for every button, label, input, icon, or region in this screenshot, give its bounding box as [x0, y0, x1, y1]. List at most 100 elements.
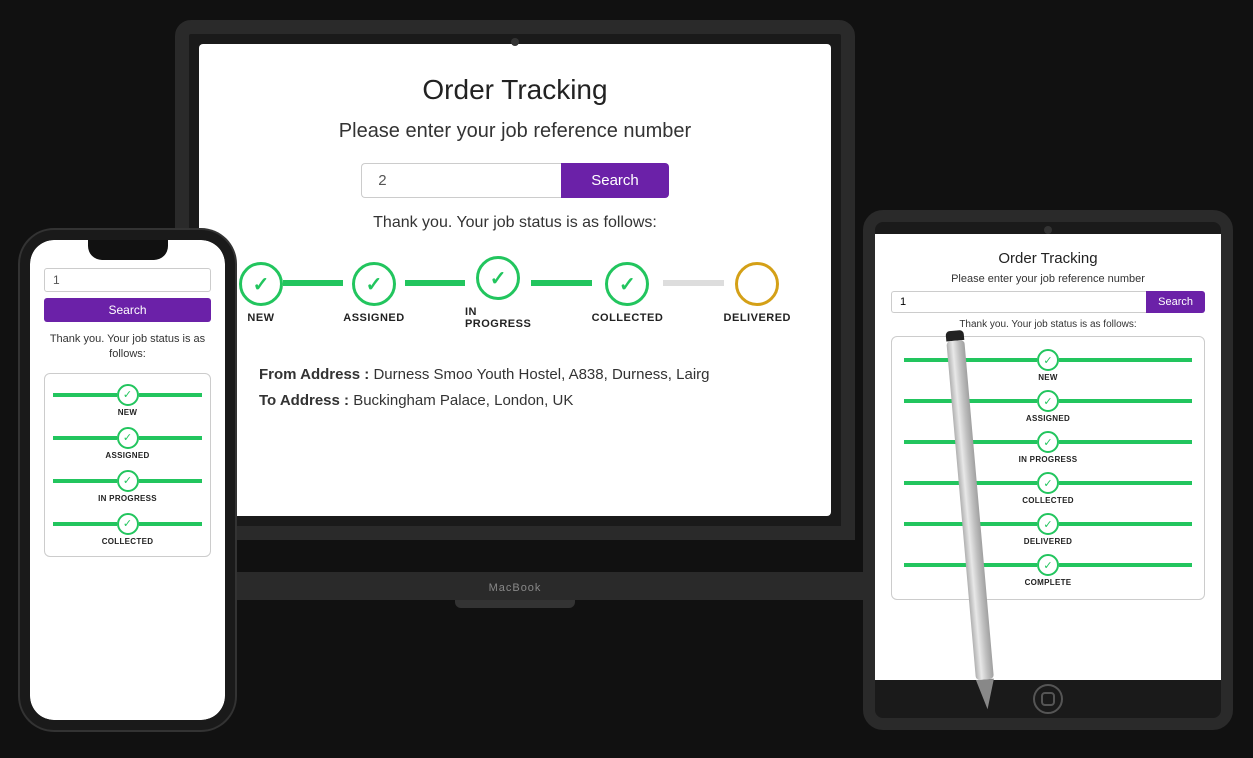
phone-step-assigned: ✓ ASSIGNED [53, 427, 202, 460]
step-circle-collected: ✓ [605, 262, 649, 306]
tablet-line-right-collected [1059, 481, 1192, 485]
phone-status-text: Thank you. Your job status is as follows… [44, 332, 211, 363]
tablet-step-inprogress: ✓ IN PROGRESS [904, 431, 1192, 464]
tablet-screen: Order Tracking Please enter your job ref… [875, 234, 1221, 680]
phone-track-inprogress: ✓ [53, 470, 202, 492]
tablet-step-collected: ✓ COLLECTED [904, 472, 1192, 505]
phone-track-new: ✓ [53, 384, 202, 406]
progress-track: ✓ NEW ✓ ASSIGNED [239, 256, 791, 330]
tablet-track-inprogress: ✓ [904, 431, 1192, 453]
tablet-step-complete: ✓ COMPLETE [904, 554, 1192, 587]
tablet-track-delivered: ✓ [904, 513, 1192, 535]
tablet-circle-new: ✓ [1037, 349, 1059, 371]
phone-search-button[interactable]: Search [44, 298, 211, 322]
phone-line-left-assigned [53, 436, 117, 440]
laptop-camera [511, 38, 519, 46]
tablet-search-input[interactable] [891, 291, 1146, 313]
phone-screen: Search Thank you. Your job status is as … [30, 240, 225, 720]
step-delivered: DELIVERED [724, 262, 791, 324]
tablet-label-inprogress: IN PROGRESS [1019, 455, 1078, 464]
from-address-label: From Address : [259, 366, 369, 383]
to-address-value: Buckingham Palace, London, UK [353, 392, 573, 409]
page-subtitle: Please enter your job reference number [339, 120, 691, 143]
search-form: Search [361, 163, 669, 198]
check-icon-new: ✓ [253, 272, 270, 297]
phone-line-right-assigned [139, 436, 203, 440]
phone-track-assigned: ✓ [53, 427, 202, 449]
phone-card: ✓ NEW ✓ ASSIGNED [44, 373, 211, 557]
step-label-collected: COLLECTED [592, 312, 664, 324]
tablet-step-delivered: ✓ DELIVERED [904, 513, 1192, 546]
tablet-circle-complete: ✓ [1037, 554, 1059, 576]
check-icon-inprogress: ✓ [490, 266, 507, 291]
tablet-circle-collected: ✓ [1037, 472, 1059, 494]
step-label-delivered: DELIVERED [724, 312, 791, 324]
step-new: ✓ NEW [239, 262, 283, 324]
tablet-page-title: Order Tracking [998, 250, 1097, 267]
phone-label-new: NEW [118, 408, 138, 417]
tablet-line-left-new [904, 358, 1037, 362]
phone-step-collected: ✓ COLLECTED [53, 513, 202, 546]
phone-line-left-collected [53, 522, 117, 526]
laptop-device: Order Tracking Please enter your job ref… [175, 20, 855, 600]
tablet-camera [1044, 226, 1052, 234]
tablet-search-form: Search [891, 291, 1205, 313]
step-inprogress: ✓ IN PROGRESS [465, 256, 531, 330]
phone-label-assigned: ASSIGNED [105, 451, 149, 460]
step-circle-new: ✓ [239, 262, 283, 306]
phone-line-right-collected [139, 522, 203, 526]
status-text: Thank you. Your job status is as follows… [373, 214, 657, 232]
tablet-device: Order Tracking Please enter your job ref… [863, 210, 1233, 730]
tablet-status-text: Thank you. Your job status is as follows… [959, 319, 1136, 330]
step-label-assigned: ASSIGNED [343, 312, 404, 324]
step-label-new: NEW [247, 312, 274, 324]
check-icon-assigned: ✓ [366, 272, 383, 297]
phone-line-right-new [139, 393, 203, 397]
laptop-base: MacBook [145, 572, 885, 600]
phone-device: Search Thank you. Your job status is as … [20, 230, 235, 730]
to-address: To Address : Buckingham Palace, London, … [259, 388, 791, 414]
tablet-label-complete: COMPLETE [1025, 578, 1072, 587]
laptop-content: Order Tracking Please enter your job ref… [199, 44, 831, 516]
laptop-body: Order Tracking Please enter your job ref… [175, 20, 855, 540]
tablet-line-right-delivered [1059, 522, 1192, 526]
phone-line-right-inprogress [139, 479, 203, 483]
tablet-search-button[interactable]: Search [1146, 291, 1205, 313]
phone-circle-collected: ✓ [117, 513, 139, 535]
line-1 [283, 280, 343, 286]
tablet-circle-assigned: ✓ [1037, 390, 1059, 412]
tablet-track-complete: ✓ [904, 554, 1192, 576]
phone-label-collected: COLLECTED [102, 537, 154, 546]
step-circle-delivered [735, 262, 779, 306]
tablet-label-delivered: DELIVERED [1024, 537, 1073, 546]
phone-circle-new: ✓ [117, 384, 139, 406]
stylus-tip [976, 679, 997, 710]
search-input[interactable] [361, 163, 561, 198]
phone-content: Search Thank you. Your job status is as … [44, 268, 211, 557]
tablet-page-subtitle: Please enter your job reference number [951, 273, 1145, 285]
tablet-line-right-new [1059, 358, 1192, 362]
tablet-card: ✓ NEW ✓ ASSIGNED [891, 336, 1205, 600]
phone-step-inprogress: ✓ IN PROGRESS [53, 470, 202, 503]
line-2 [405, 280, 465, 286]
line-4 [663, 280, 723, 286]
tablet-label-new: NEW [1038, 373, 1058, 382]
check-icon-collected: ✓ [619, 272, 636, 297]
tablet-home-inner [1041, 692, 1055, 706]
tablet-label-collected: COLLECTED [1022, 496, 1074, 505]
tablet-line-right-assigned [1059, 399, 1192, 403]
step-collected: ✓ COLLECTED [592, 262, 664, 324]
tablet-line-right-complete [1059, 563, 1192, 567]
from-address: From Address : Durness Smoo Youth Hostel… [259, 362, 791, 388]
address-block: From Address : Durness Smoo Youth Hostel… [239, 362, 791, 413]
page-title: Order Tracking [422, 74, 607, 106]
from-address-value: Durness Smoo Youth Hostel, A838, Durness… [373, 366, 709, 383]
step-circle-assigned: ✓ [352, 262, 396, 306]
phone-search-input[interactable] [44, 268, 211, 292]
tablet-home-button[interactable] [1033, 684, 1063, 714]
tablet-content: Order Tracking Please enter your job ref… [891, 250, 1205, 600]
search-button[interactable]: Search [561, 163, 669, 198]
phone-line-left-inprogress [53, 479, 117, 483]
laptop-screen: Order Tracking Please enter your job ref… [199, 44, 831, 516]
step-label-inprogress: IN PROGRESS [465, 306, 531, 330]
